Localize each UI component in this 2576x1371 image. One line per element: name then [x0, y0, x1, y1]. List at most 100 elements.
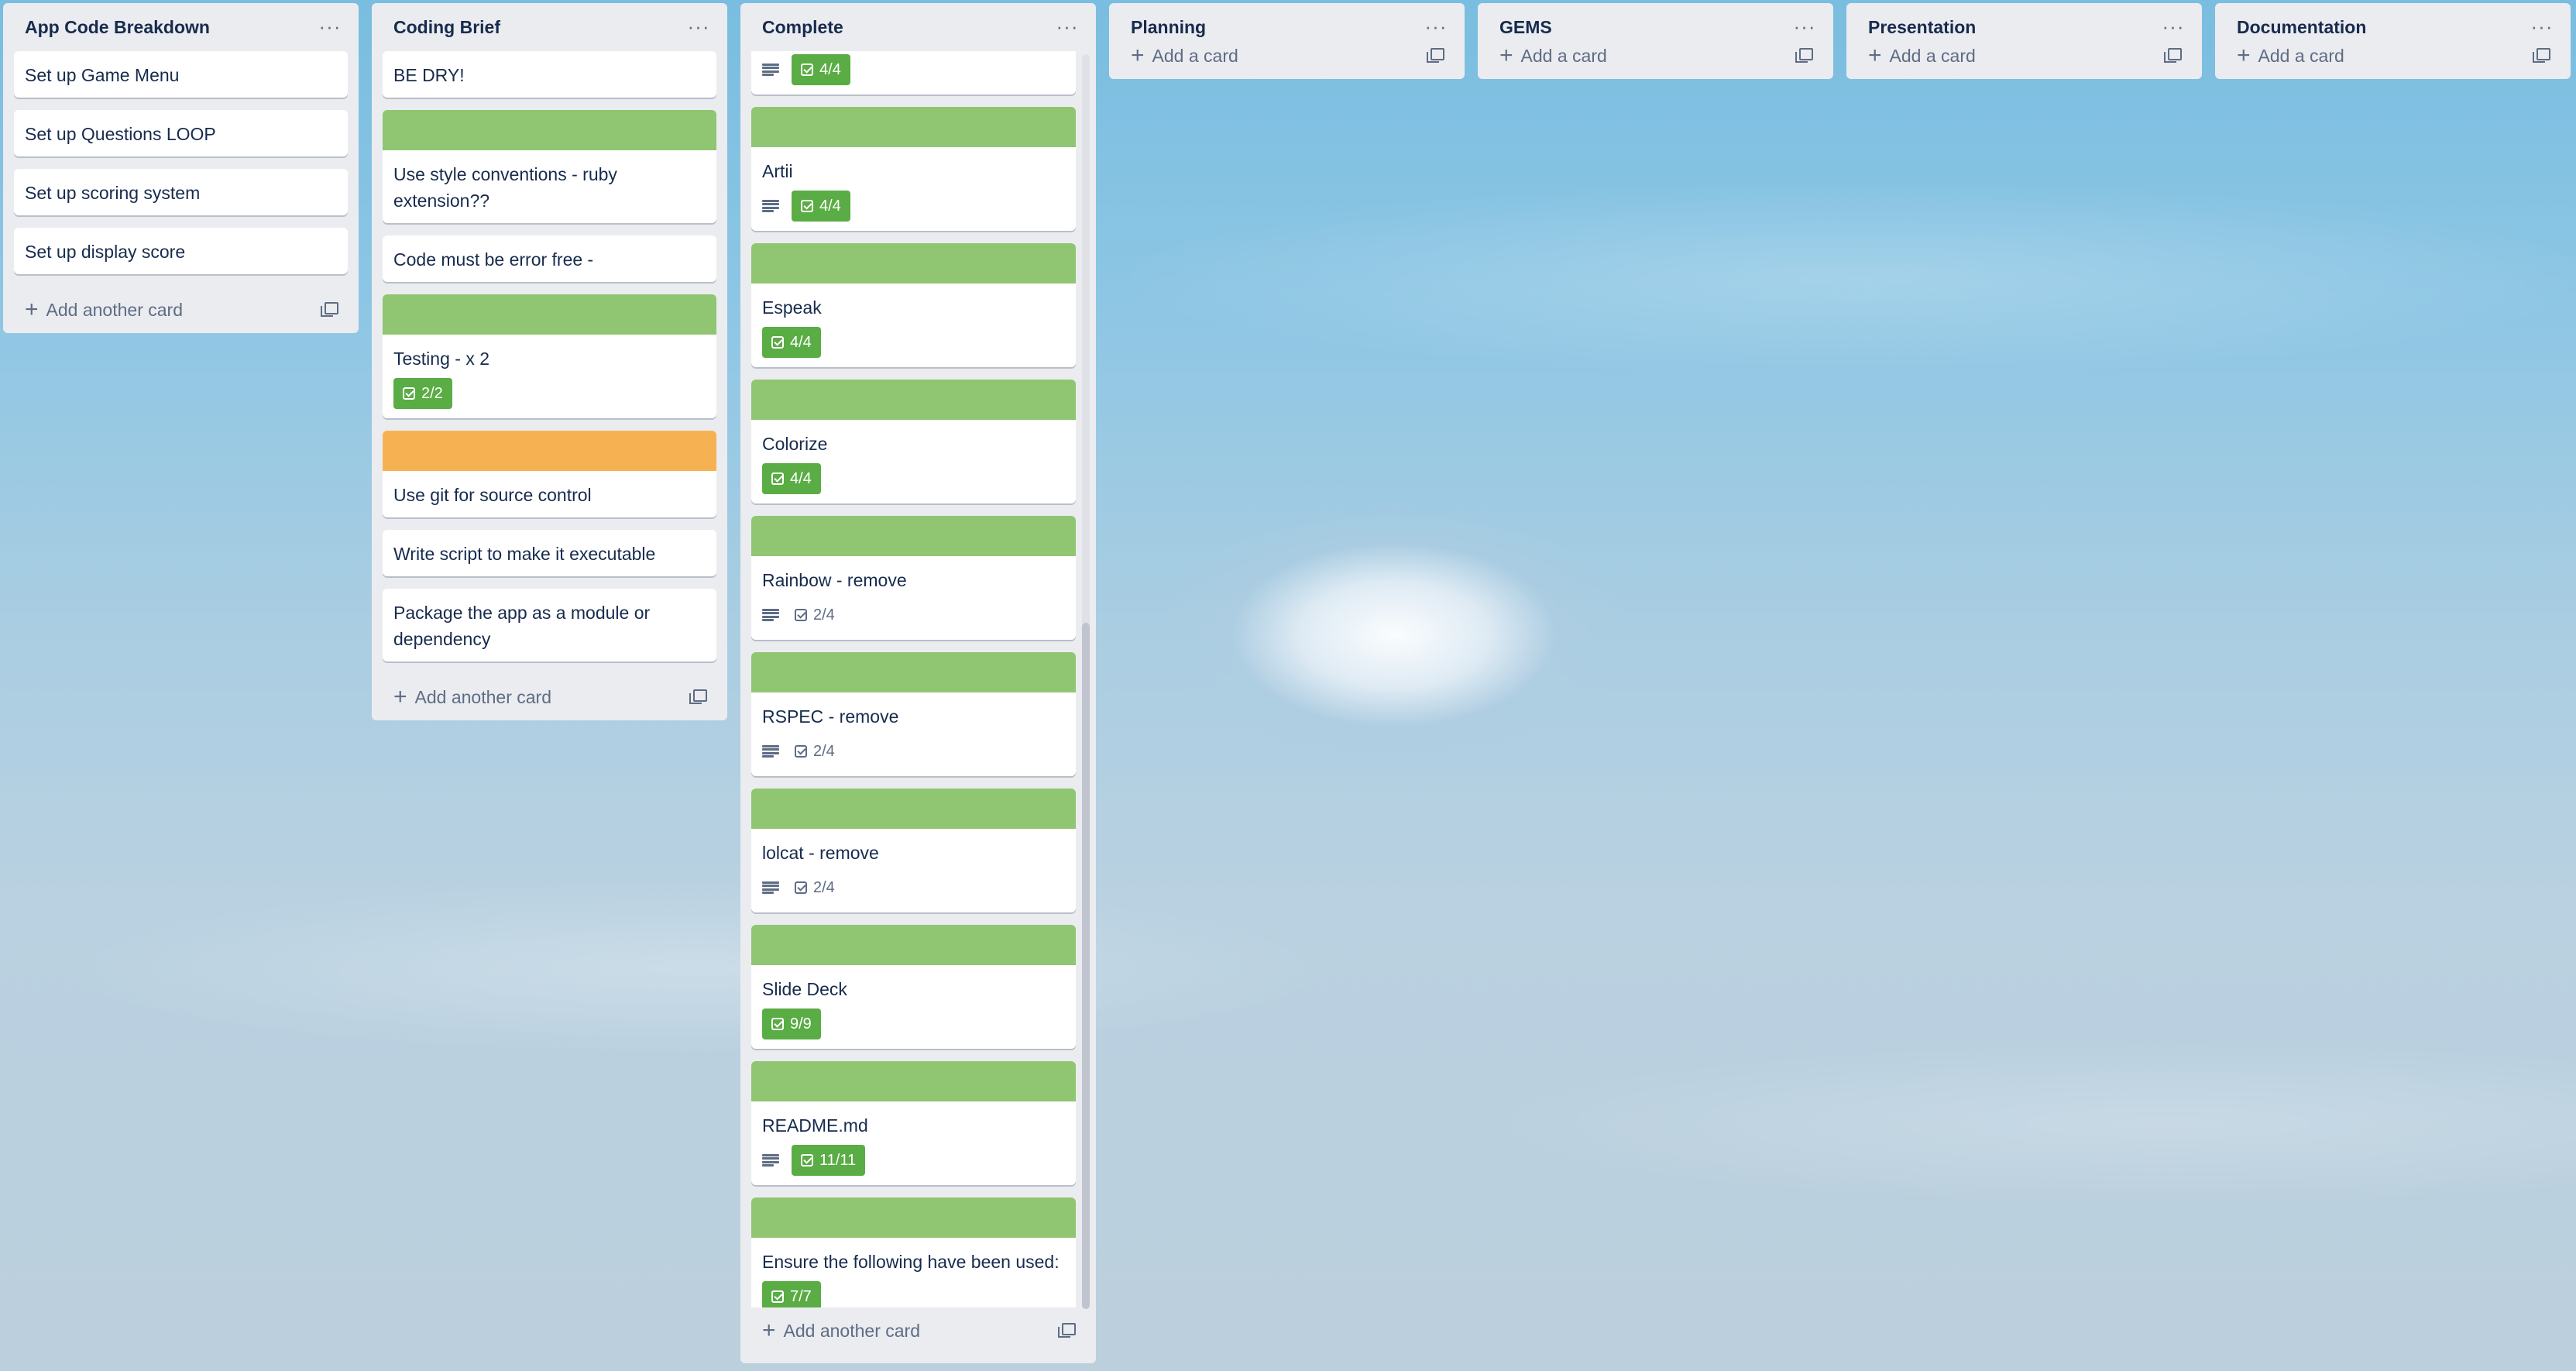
- add-card-button[interactable]: + Add another card: [740, 1307, 1096, 1354]
- card-template-icon[interactable]: [2533, 48, 2550, 63]
- checklist-icon: [403, 387, 415, 400]
- checklist-badge: 4/4: [792, 54, 850, 85]
- description-icon: [762, 64, 779, 76]
- card[interactable]: Set up scoring system: [14, 169, 348, 215]
- card-template-icon[interactable]: [1795, 48, 1813, 63]
- add-card-button[interactable]: + Add a card: [1846, 33, 2202, 79]
- card-label-green: [383, 294, 716, 335]
- plus-icon: +: [1131, 43, 1145, 68]
- add-card-label: Add a card: [1152, 45, 1238, 66]
- add-card-label: Add another card: [414, 686, 551, 707]
- card-badges: 2/2: [383, 378, 716, 418]
- checklist-icon: [771, 1290, 784, 1303]
- card-template-icon[interactable]: [321, 302, 338, 317]
- card[interactable]: Artii 4/4: [751, 107, 1076, 231]
- list-title[interactable]: Coding Brief: [393, 17, 500, 38]
- card[interactable]: Testing - x 2 2/2: [383, 294, 716, 418]
- card[interactable]: Set up Questions LOOP: [14, 110, 348, 156]
- card[interactable]: lolcat - remove 2/4: [751, 789, 1076, 912]
- card[interactable]: BE DRY!: [383, 51, 716, 98]
- card-badges: 9/9: [751, 1008, 1076, 1049]
- card-template-icon[interactable]: [689, 689, 707, 704]
- description-icon: [762, 609, 779, 621]
- card-title: Rainbow - remove: [762, 570, 907, 590]
- checklist-icon: [771, 1018, 784, 1030]
- add-card-label: Add a card: [2258, 45, 2344, 66]
- plus-icon: +: [1868, 43, 1882, 68]
- list-header[interactable]: Complete ···: [740, 3, 1096, 51]
- add-card-button[interactable]: + Add another card: [3, 287, 359, 333]
- add-card-button[interactable]: + Add a card: [1478, 33, 1833, 79]
- card-label-green: [751, 243, 1076, 283]
- card[interactable]: Use git for source control: [383, 431, 716, 517]
- card[interactable]: 4/4: [751, 51, 1076, 94]
- checklist-icon: [801, 200, 813, 212]
- ellipsis-icon[interactable]: ···: [317, 14, 343, 39]
- list-title[interactable]: App Code Breakdown: [25, 17, 210, 38]
- card-template-icon[interactable]: [1058, 1323, 1076, 1338]
- card-badges: 11/11: [751, 1145, 1076, 1185]
- card[interactable]: RSPEC - remove 2/4: [751, 652, 1076, 776]
- board: App Code Breakdown ··· Set up Game Menu …: [0, 0, 2576, 1371]
- add-card-button[interactable]: + Add another card: [372, 674, 727, 720]
- card-label-green: [751, 516, 1076, 556]
- scrollbar-thumb[interactable]: [1082, 623, 1090, 1309]
- card-title: RSPEC - remove: [762, 706, 899, 727]
- list-presentation: Presentation ··· + Add a card: [1846, 3, 2202, 79]
- list-title[interactable]: Complete: [762, 17, 843, 38]
- checklist-badge: 4/4: [762, 463, 821, 494]
- card[interactable]: Code must be error free -: [383, 235, 716, 282]
- plus-icon: +: [1499, 43, 1513, 68]
- card-badges: 2/4: [751, 736, 1076, 776]
- card-badges: 4/4: [751, 463, 1076, 503]
- add-card-button[interactable]: + Add a card: [2215, 33, 2571, 79]
- list-gems: GEMS ··· + Add a card: [1478, 3, 1833, 79]
- plus-icon: +: [25, 297, 39, 322]
- card-badges: 4/4: [751, 54, 1076, 94]
- checklist-badge: 2/4: [792, 600, 838, 631]
- plus-icon: +: [762, 1318, 776, 1343]
- checklist-count: 4/4: [790, 333, 812, 351]
- card-title: lolcat - remove: [762, 843, 879, 863]
- card[interactable]: Set up Game Menu: [14, 51, 348, 98]
- card-badges: 4/4: [751, 191, 1076, 231]
- plus-icon: +: [2237, 43, 2251, 68]
- card[interactable]: Use style conventions - ruby extension??: [383, 110, 716, 223]
- list-header[interactable]: App Code Breakdown ···: [3, 3, 359, 51]
- add-card-button[interactable]: + Add a card: [1109, 33, 1465, 79]
- description-icon: [762, 881, 779, 894]
- card-title: Code must be error free -: [393, 249, 594, 270]
- card-title: Use style conventions - ruby extension??: [393, 164, 617, 211]
- card[interactable]: Rainbow - remove 2/4: [751, 516, 1076, 640]
- ellipsis-icon[interactable]: ···: [685, 14, 712, 39]
- card[interactable]: Write script to make it executable: [383, 530, 716, 576]
- card[interactable]: Colorize 4/4: [751, 380, 1076, 503]
- card[interactable]: Slide Deck 9/9: [751, 925, 1076, 1049]
- checklist-badge: 2/2: [393, 378, 452, 409]
- card-title: Ensure the following have been used:: [762, 1252, 1060, 1272]
- card-scroll-area[interactable]: 4/4 Artii 4/4 Espeak 4/4 Colorize 4/4 Ra…: [740, 51, 1096, 1307]
- checklist-icon: [771, 472, 784, 485]
- checklist-badge: 4/4: [792, 191, 850, 222]
- card-title: Set up scoring system: [25, 183, 201, 203]
- card-title: README.md: [762, 1115, 868, 1136]
- card-title: Set up Game Menu: [25, 65, 180, 85]
- checklist-count: 2/4: [813, 878, 835, 896]
- checklist-badge: 2/4: [792, 736, 838, 767]
- checklist-count: 11/11: [819, 1151, 857, 1169]
- card-label-green: [751, 652, 1076, 692]
- list-header[interactable]: Coding Brief ···: [372, 3, 727, 51]
- card-template-icon[interactable]: [2164, 48, 2182, 63]
- card-badges: 2/4: [751, 872, 1076, 912]
- card[interactable]: Package the app as a module or dependenc…: [383, 589, 716, 661]
- card-label-green: [751, 789, 1076, 829]
- checklist-icon: [795, 745, 807, 758]
- card[interactable]: Set up display score: [14, 228, 348, 274]
- ellipsis-icon[interactable]: ···: [1054, 14, 1080, 39]
- card[interactable]: README.md 11/11: [751, 1061, 1076, 1185]
- card[interactable]: Ensure the following have been used: 7/7: [751, 1197, 1076, 1307]
- card[interactable]: Espeak 4/4: [751, 243, 1076, 367]
- card-template-icon[interactable]: [1427, 48, 1444, 63]
- description-icon: [762, 745, 779, 758]
- add-card-label: Add another card: [783, 1320, 920, 1341]
